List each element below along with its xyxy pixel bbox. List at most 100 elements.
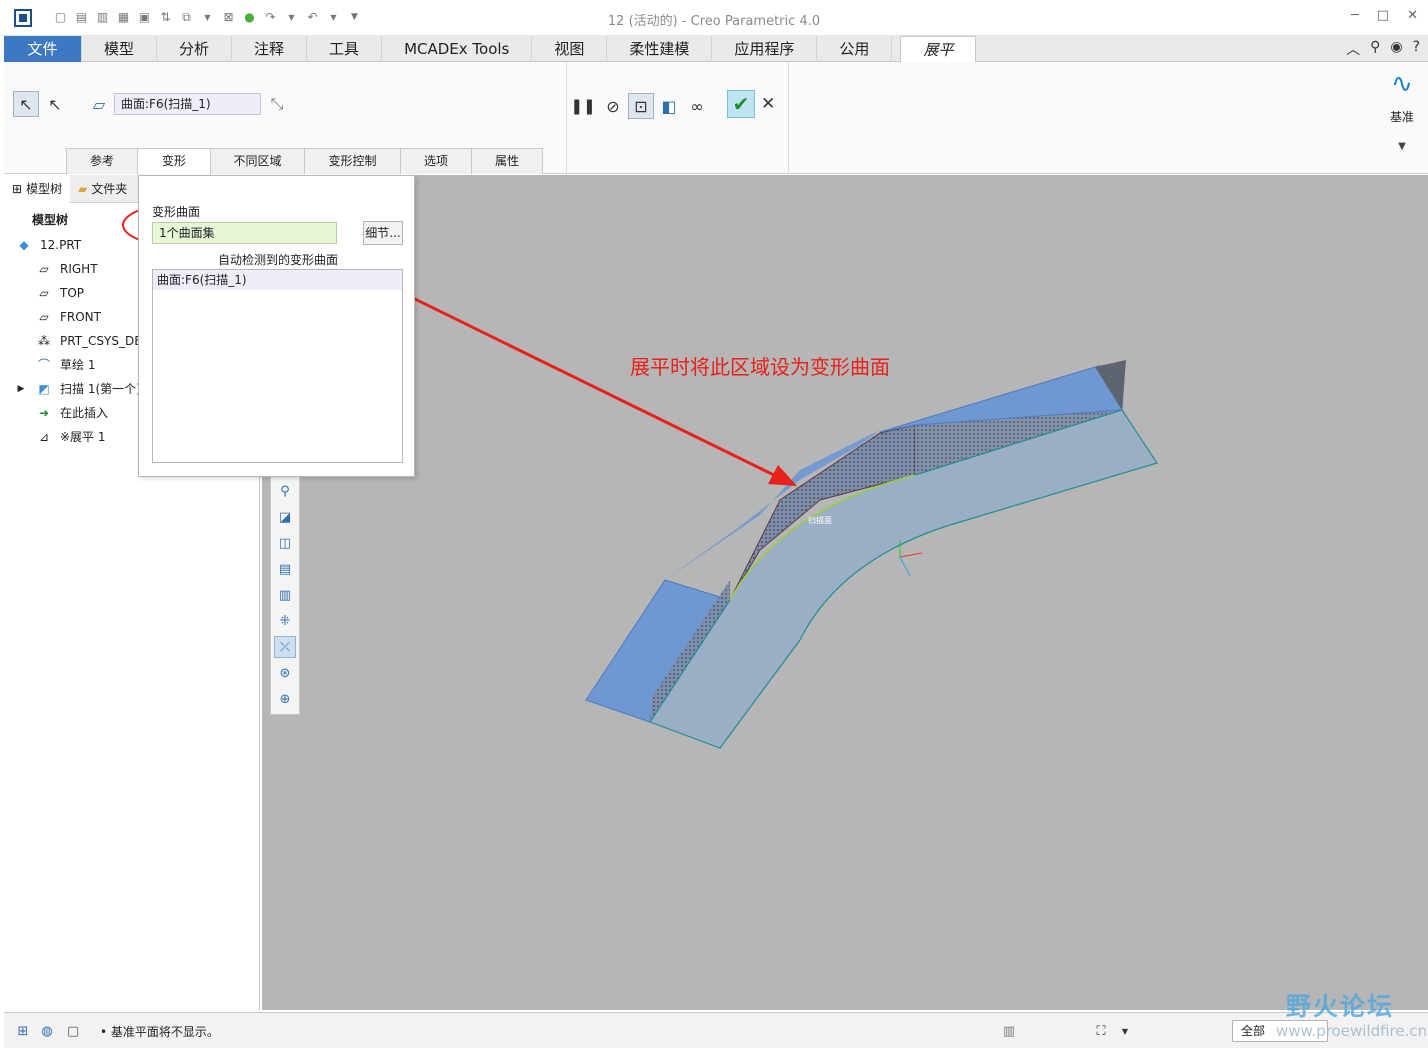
tab-file[interactable]: 文件 [4, 36, 82, 62]
appearance-icon[interactable]: ⊕ [274, 688, 296, 710]
subtab-deform[interactable]: 变形 [137, 148, 211, 175]
tab-tools[interactable]: 工具 [307, 36, 383, 62]
csys-icon: ⁂ [38, 334, 50, 348]
tab-applications[interactable]: 应用程序 [712, 36, 818, 62]
new-file-icon[interactable]: ▢ [52, 8, 69, 26]
tab-folder-browser[interactable]: ▰ 文件夹 [70, 175, 135, 203]
save-icon[interactable]: ▣ [136, 8, 153, 26]
tab-flexible-modeling[interactable]: 柔性建模 [607, 36, 713, 62]
redo-icon[interactable]: ↷ [262, 8, 279, 26]
regen-status-icon[interactable]: ● [241, 8, 258, 26]
auto-detect-list[interactable]: 曲面:F6(扫描_1) [152, 269, 403, 463]
details-button[interactable]: 细节... [363, 221, 403, 245]
dropdown-arrow-icon[interactable]: ▼ [199, 8, 216, 26]
undo-dropdown-icon[interactable]: ▼ [325, 8, 342, 26]
maximize-icon[interactable]: □ [1377, 8, 1389, 23]
tab-flatten[interactable]: 展平 [900, 36, 977, 63]
annotation-display-icon[interactable]: ⤫ [274, 636, 296, 658]
search-icon[interactable]: ⚲ [1370, 39, 1380, 59]
fullscreen-icon[interactable]: ▢ [64, 1022, 82, 1040]
app-icon[interactable] [14, 9, 32, 27]
find-dropdown-icon[interactable]: ▼ [1116, 1022, 1134, 1040]
help-icon[interactable]: ? [1413, 39, 1420, 59]
regenerate-icon[interactable]: ⇅ [157, 8, 174, 26]
preview-geometry-icon[interactable]: ⊡ [628, 93, 654, 119]
tab-analysis[interactable]: 分析 [157, 36, 233, 62]
deform-surface-title: 变形曲面 [152, 205, 201, 219]
find-icon[interactable]: ⛶ [1092, 1022, 1110, 1040]
tree-item-sweep[interactable]: ▶ ◩ 扫描 1(第一个) [14, 377, 149, 401]
tab-mcadex-tools[interactable]: MCADEx Tools [382, 36, 533, 62]
minimize-icon[interactable]: ─ [1351, 8, 1359, 23]
ribbon-divider [788, 62, 789, 174]
datum-display-icon[interactable]: ⁜ [274, 610, 296, 632]
verify-preview-icon[interactable]: ◧ [656, 93, 682, 119]
select-pointer-icon[interactable]: ↖ [42, 91, 68, 117]
tree-item-right[interactable]: ▱ RIGHT [14, 257, 149, 281]
folder-icon: ▰ [78, 182, 88, 196]
subtab-deform-control[interactable]: 变形控制 [304, 148, 401, 174]
zoom-in-icon[interactable]: ⚲ [274, 480, 296, 502]
windows-icon[interactable]: ⧉ [178, 8, 195, 26]
datum-dropdown-icon[interactable]: ▼ [1382, 141, 1422, 152]
minimize-ribbon-icon[interactable]: ︿ [1346, 39, 1360, 59]
display-style-icon[interactable]: ◫ [274, 532, 296, 554]
ribbon-right-icons: ︿ ⚲ ◉ ? [1346, 39, 1420, 59]
folder-open-icon[interactable]: ▦ [115, 8, 132, 26]
view-manager-icon[interactable]: ▥ [274, 584, 296, 606]
open-file-icon[interactable]: ▤ [73, 8, 90, 26]
cancel-button[interactable]: ✕ [761, 94, 775, 114]
customize-qat-icon[interactable]: ▼ [346, 8, 363, 26]
auto-detect-label: 自动检测到的变形曲面 [218, 253, 339, 267]
tab-annotate[interactable]: 注释 [232, 36, 308, 62]
sweep-icon: ◩ [38, 382, 50, 396]
ok-button[interactable]: ✔ [727, 90, 755, 118]
spin-center-icon[interactable]: ⊛ [274, 662, 296, 684]
close-window-icon[interactable]: ⊠ [220, 8, 237, 26]
no-preview-icon[interactable]: ⊘ [600, 93, 626, 119]
tab-model[interactable]: 模型 [82, 36, 158, 62]
glasses-icon[interactable]: ∞ [684, 93, 710, 119]
surface-collector-icon[interactable]: ▱ [86, 91, 112, 117]
flip-direction-icon[interactable]: ⤡ [264, 91, 290, 117]
redo-dropdown-icon[interactable]: ▼ [283, 8, 300, 26]
open-recent-icon[interactable]: ▥ [94, 8, 111, 26]
tab-view[interactable]: 视图 [532, 36, 608, 62]
tree-item-top[interactable]: ▱ TOP [14, 281, 149, 305]
repaint-icon[interactable]: ◪ [274, 506, 296, 528]
undo-icon[interactable]: ↶ [304, 8, 321, 26]
subtab-properties[interactable]: 属性 [471, 148, 543, 174]
browser-icon[interactable]: ◍ [38, 1022, 56, 1040]
subtab-options[interactable]: 选项 [400, 148, 472, 174]
tree-item-insert-here[interactable]: ➜ 在此插入 [14, 401, 149, 425]
tab-folder-label: 文件夹 [91, 182, 128, 196]
deform-panel: 变形曲面 1个曲面集 细节... 自动检测到的变形曲面 曲面:F6(扫描_1) [138, 175, 415, 477]
saved-orientations-icon[interactable]: ▤ [274, 558, 296, 580]
datum-group[interactable]: ∿ 基准 ▼ [1382, 68, 1422, 152]
model-tree-header: 模型树 [32, 213, 69, 227]
tree-item-front[interactable]: ▱ FRONT [14, 305, 149, 329]
tree-item-sketch[interactable]: ⌒ 草绘 1 [14, 353, 149, 377]
tree-item-label: FRONT [60, 310, 101, 324]
part-icon: ◆ [19, 238, 29, 252]
select-geometry-icon[interactable]: ↖ [13, 91, 39, 117]
close-icon[interactable]: ✕ [1407, 8, 1418, 23]
show-navigator-icon[interactable]: ⊞ [14, 1022, 32, 1040]
subtab-different-regions[interactable]: 不同区域 [210, 148, 305, 174]
pause-icon[interactable]: ❚❚ [570, 93, 596, 119]
list-item[interactable]: 曲面:F6(扫描_1) [153, 270, 402, 290]
regen-manager-icon[interactable]: ▥ [1000, 1022, 1018, 1040]
flatten-subtabs: 参考 变形 不同区域 变形控制 选项 属性 [66, 148, 543, 175]
deform-surface-field[interactable]: 1个曲面集 [152, 222, 337, 244]
community-icon[interactable]: ◉ [1390, 39, 1402, 59]
subtab-references[interactable]: 参考 [66, 148, 138, 174]
tree-item-csys[interactable]: ⁂ PRT_CSYS_DEF [14, 329, 149, 353]
tree-item-part[interactable]: ◆ 12.PRT [14, 233, 149, 257]
tab-public[interactable]: 公用 [817, 36, 893, 62]
graphics-viewport[interactable] [262, 175, 1428, 1010]
expand-arrow-icon[interactable]: ▶ [14, 377, 28, 401]
tree-item-flatten[interactable]: ⊿ ※展平 1 [14, 425, 149, 449]
tab-model-tree[interactable]: ⊞ 模型树 [4, 175, 71, 203]
surface-reference-field[interactable]: 曲面:F6(扫描_1) [114, 93, 261, 115]
tree-item-label: 在此插入 [60, 406, 109, 420]
